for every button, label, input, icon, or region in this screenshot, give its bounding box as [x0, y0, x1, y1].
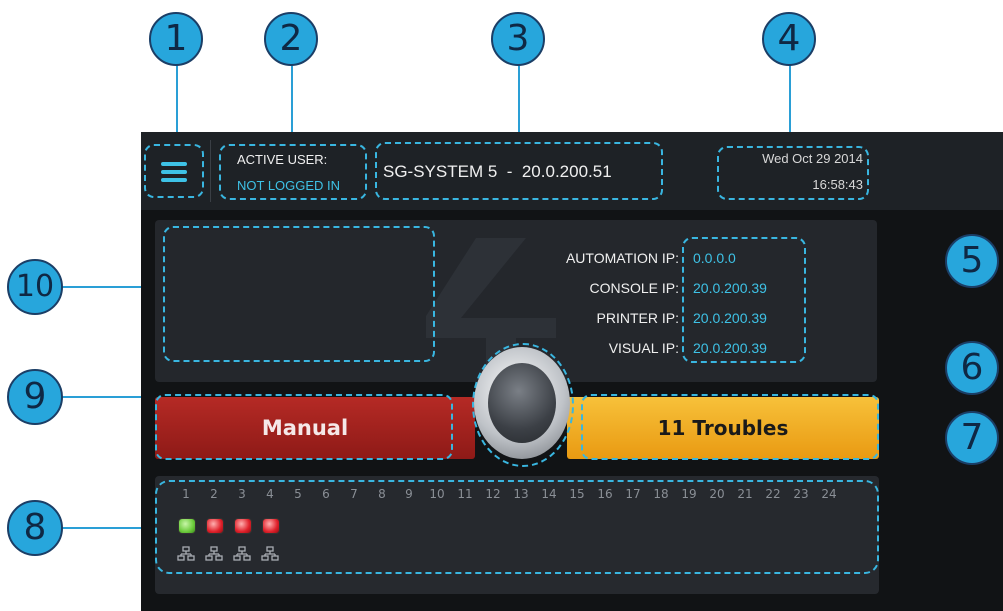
callout-4: 4: [762, 12, 816, 66]
channel-number: 3: [238, 487, 246, 501]
channel-number: 10: [429, 487, 445, 501]
ip-value-console: 20.0.200.39: [693, 280, 767, 296]
callout-10: 10: [7, 259, 63, 315]
callout-7: 7: [945, 411, 999, 465]
ip-label-visual: VISUAL IP:: [608, 340, 679, 356]
ip-label-automation: AUTOMATION IP:: [565, 250, 679, 266]
network-icon: [261, 546, 279, 561]
channel-number: 6: [322, 487, 330, 501]
callout-3: 3: [491, 12, 545, 66]
callout-line-3: [518, 60, 520, 142]
channel-number: 19: [681, 487, 697, 501]
channel-number: 9: [405, 487, 413, 501]
channel-number: 5: [294, 487, 302, 501]
network-icon: [233, 546, 251, 561]
system-title-box: SG-SYSTEM 5 - 20.0.200.51: [375, 142, 663, 200]
channel-number: 14: [541, 487, 557, 501]
channel-number: 8: [378, 487, 386, 501]
channel-number: 16: [597, 487, 613, 501]
channel-number: 7: [350, 487, 358, 501]
channel-number: 15: [569, 487, 585, 501]
channel-number: 17: [625, 487, 641, 501]
channel-number: 20: [709, 487, 725, 501]
channel-number: 2: [210, 487, 218, 501]
ip-value-visual: 20.0.200.39: [693, 340, 767, 356]
network-icon: [177, 546, 195, 561]
active-user-value: NOT LOGGED IN: [237, 178, 341, 193]
channel-number: 4: [266, 487, 274, 501]
topbar-divider: [210, 140, 211, 202]
knob-highlight: [472, 343, 574, 467]
system-title: SG-SYSTEM 5 - 20.0.200.51: [383, 162, 612, 181]
callout-2: 2: [264, 12, 318, 66]
channel-led-red[interactable]: [206, 518, 224, 534]
channel-number: 24: [821, 487, 837, 501]
callout-1: 1: [149, 12, 203, 66]
channel-led-red[interactable]: [262, 518, 280, 534]
callout-8: 8: [7, 500, 63, 556]
time-text: 16:58:43: [812, 177, 863, 192]
channel-number: 11: [457, 487, 473, 501]
device-screen: ACTIVE USER: NOT LOGGED IN SG-SYSTEM 5 -…: [141, 132, 1003, 611]
ip-label-printer: PRINTER IP:: [596, 310, 679, 326]
channel-number: 23: [793, 487, 809, 501]
channel-led-red[interactable]: [234, 518, 252, 534]
manual-button-highlight: [155, 394, 453, 460]
message-area: [163, 226, 435, 362]
datetime-box: Wed Oct 29 2014 16:58:43: [717, 146, 869, 200]
channel-number: 22: [765, 487, 781, 501]
channel-number: 18: [653, 487, 669, 501]
ip-value-printer: 20.0.200.39: [693, 310, 767, 326]
active-user-box: ACTIVE USER: NOT LOGGED IN: [219, 144, 367, 200]
channel-number: 1: [182, 487, 190, 501]
date-text: Wed Oct 29 2014: [762, 151, 863, 166]
callout-9: 9: [7, 369, 63, 425]
channel-number: 21: [737, 487, 753, 501]
troubles-button-highlight: [581, 394, 879, 460]
ip-values-box: 0.0.0.0 20.0.200.39 20.0.200.39 20.0.200…: [682, 237, 806, 363]
ip-label-console: CONSOLE IP:: [589, 280, 679, 296]
hamburger-menu-icon: [161, 162, 187, 182]
ip-value-automation: 0.0.0.0: [693, 250, 736, 266]
channel-number: 13: [513, 487, 529, 501]
channel-number: 12: [485, 487, 501, 501]
active-user-label: ACTIVE USER:: [237, 152, 328, 167]
channel-led-green[interactable]: [178, 518, 196, 534]
top-bar: ACTIVE USER: NOT LOGGED IN SG-SYSTEM 5 -…: [141, 132, 1003, 210]
menu-button[interactable]: [144, 144, 204, 198]
callout-5: 5: [945, 234, 999, 288]
callout-6: 6: [945, 341, 999, 395]
network-icon: [205, 546, 223, 561]
